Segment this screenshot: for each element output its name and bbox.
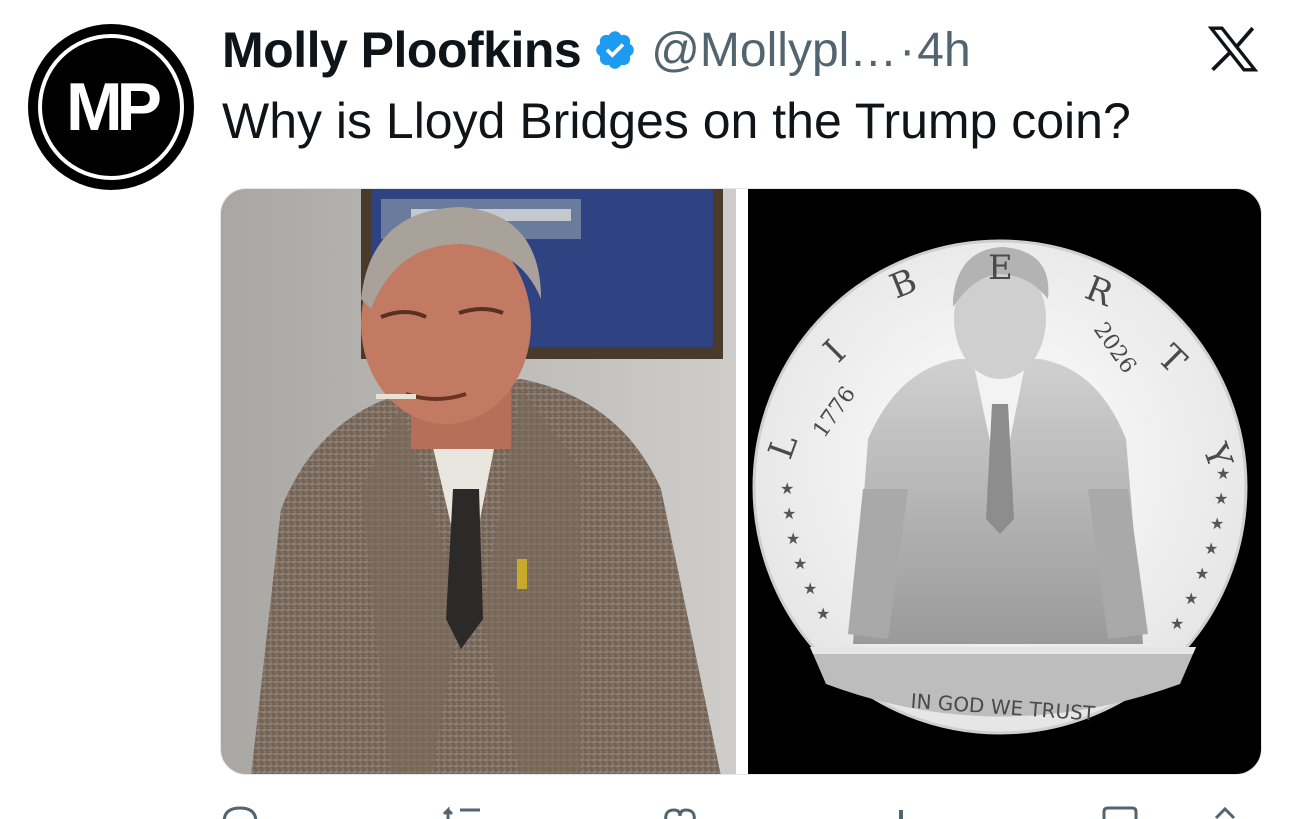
x-logo-icon: [1207, 26, 1259, 72]
svg-text:★: ★: [1204, 539, 1218, 558]
svg-text:★: ★: [786, 529, 800, 548]
like-icon[interactable]: [660, 804, 700, 819]
share-icon[interactable]: [1210, 804, 1240, 819]
views-icon[interactable]: [896, 804, 906, 819]
tweet-media[interactable]: L I B E R T Y 1776 2026 IN GOD WE TRUST …: [220, 188, 1262, 775]
repost-icon[interactable]: [440, 804, 500, 819]
svg-text:★: ★: [1210, 514, 1224, 533]
bookmark-icon[interactable]: [1100, 804, 1140, 819]
coin-letter-e: E: [988, 248, 1013, 288]
reply-icon[interactable]: [220, 804, 260, 819]
svg-text:★: ★: [793, 554, 807, 573]
verified-badge-icon: [593, 28, 637, 72]
svg-text:★: ★: [1184, 589, 1198, 608]
svg-text:★: ★: [780, 479, 794, 498]
avatar[interactable]: MP: [28, 24, 194, 190]
man-in-tweed-jacket-photo[interactable]: [221, 189, 736, 774]
display-name[interactable]: Molly Ploofkins: [222, 21, 582, 79]
tweet-action-bar: [220, 800, 1262, 819]
separator: ·: [899, 23, 916, 77]
svg-text:★: ★: [1170, 614, 1184, 633]
trump-coin-illustration[interactable]: L I B E R T Y 1776 2026 IN GOD WE TRUST …: [748, 189, 1261, 774]
svg-text:★: ★: [803, 579, 817, 598]
tweet-text: Why is Lloyd Bridges on the Trump coin?: [222, 93, 1131, 149]
timestamp[interactable]: 4h: [917, 23, 970, 78]
svg-text:★: ★: [1216, 464, 1230, 483]
tweet-header: Molly Ploofkins @Mollypl… · 4h: [222, 18, 971, 82]
svg-text:★: ★: [782, 504, 796, 523]
svg-text:★: ★: [1214, 489, 1228, 508]
avatar-initials: MP: [66, 69, 162, 145]
handle[interactable]: @Mollypl…: [651, 23, 897, 78]
svg-text:★: ★: [816, 604, 830, 623]
media-divider: [736, 189, 748, 774]
svg-text:★: ★: [1195, 564, 1209, 583]
